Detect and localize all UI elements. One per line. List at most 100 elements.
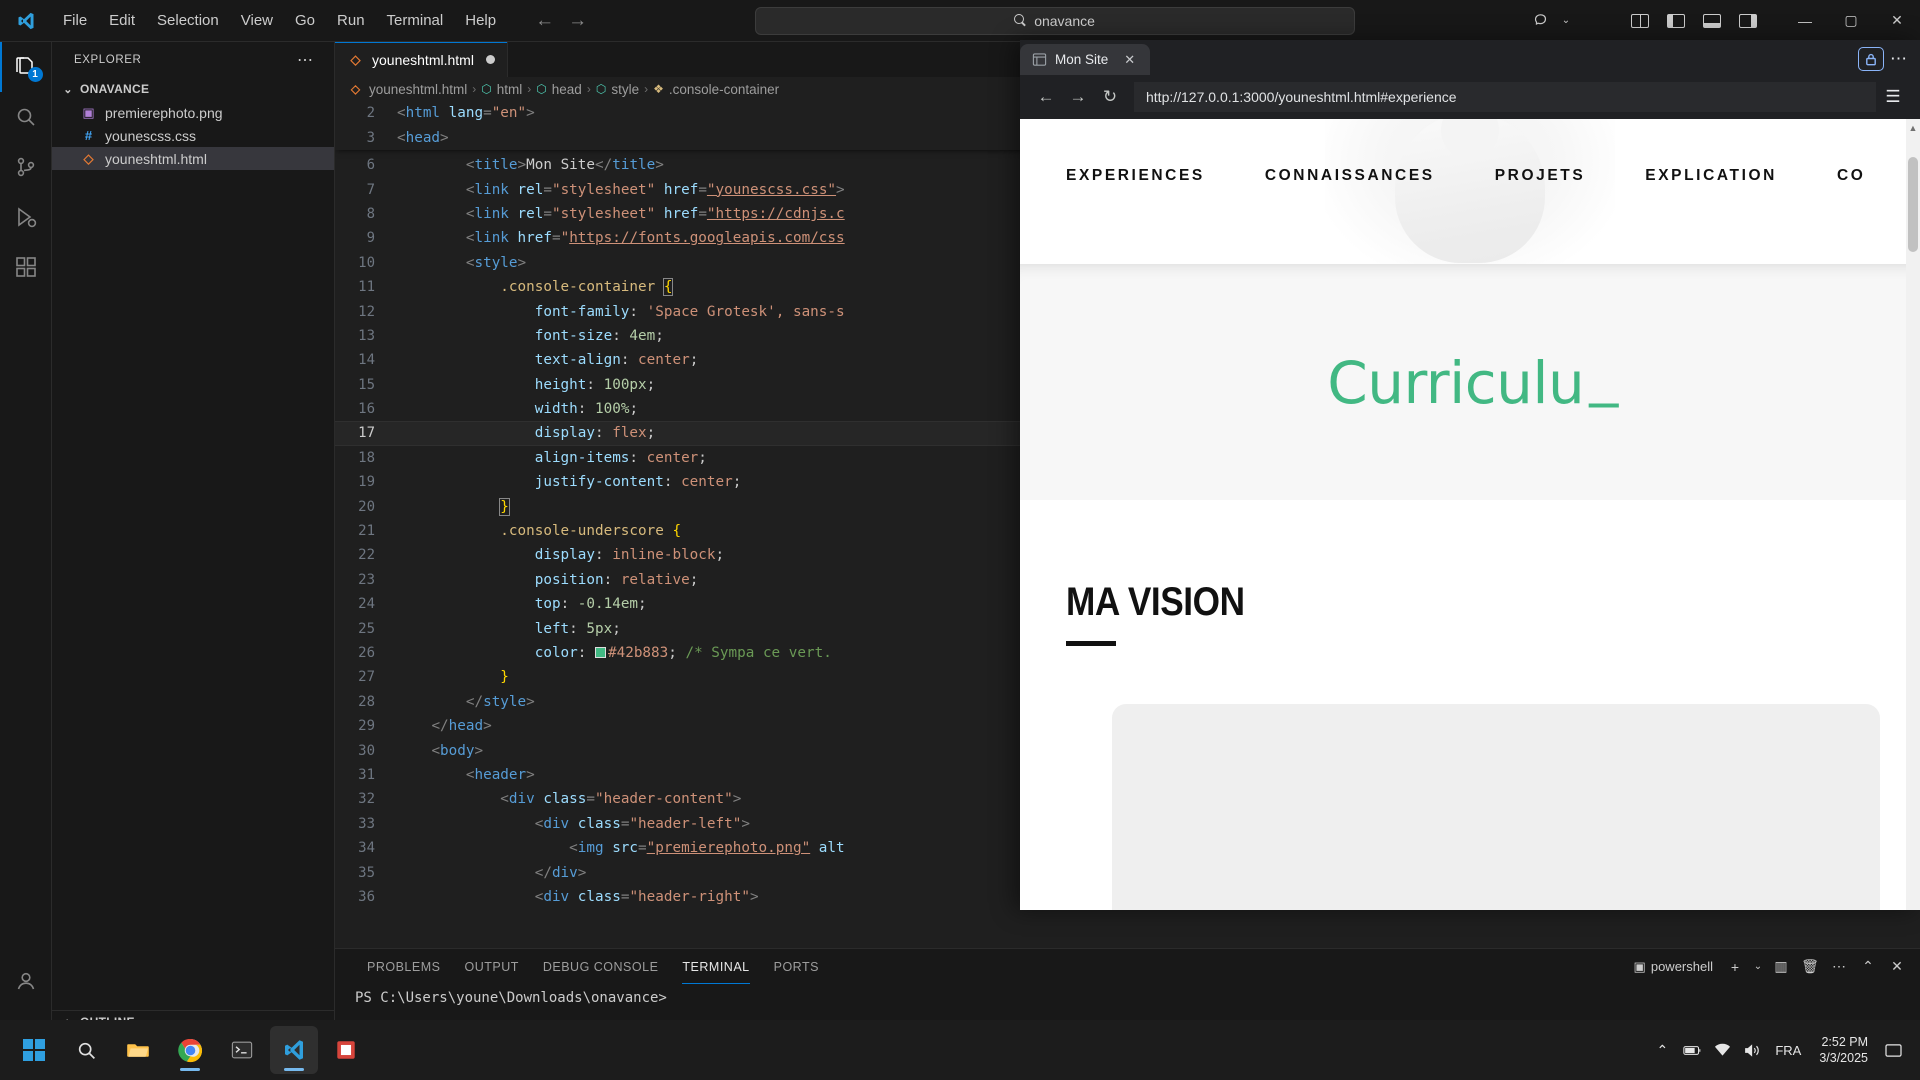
file-item-premierephoto-png[interactable]: ▣ premierephoto.png [52,101,334,124]
volume-icon[interactable] [1737,1030,1767,1070]
menu-go[interactable]: Go [284,8,326,33]
activitybar-accounts[interactable] [0,956,52,1006]
start-button[interactable] [10,1026,58,1074]
code-text: align-items: center; [534,449,707,466]
maximize-panel-icon[interactable]: ⌃ [1855,955,1881,979]
browser-back-icon[interactable]: ← [1030,81,1062,113]
taskbar-search-icon[interactable] [62,1026,110,1074]
activitybar-source-control[interactable] [0,142,52,192]
line-number: 14 [358,352,375,369]
browser-tabstrip-actions: ⋯ [1858,47,1920,75]
sidebar-more-actions-icon[interactable]: ⋯ [297,50,314,70]
show-hidden-icons-chevron[interactable]: ⌃ [1647,1030,1677,1070]
browser-menu-icon[interactable]: ☰ [1876,87,1910,107]
taskbar-chrome-icon[interactable] [166,1026,214,1074]
menu-view[interactable]: View [230,8,284,33]
line-number: 17 [358,425,375,442]
toggle-secondary-sidebar-icon[interactable] [1730,4,1766,38]
menu-help[interactable]: Help [454,8,507,33]
activitybar-extensions[interactable] [0,242,52,292]
panel-tab-ports[interactable]: PORTS [762,949,831,984]
nav-link-experiences[interactable]: EXPERIENCES [1066,167,1205,185]
file-item-youneshtml-html[interactable]: ◇ youneshtml.html [52,147,334,170]
line-number: 22 [358,547,375,564]
page-scrollbar[interactable]: ▲ [1906,119,1920,910]
close-icon[interactable]: ✕ [1124,52,1135,68]
file-item-younescss-css[interactable]: # younescss.css [52,124,334,147]
line-number: 30 [358,742,375,759]
browser-window: Mon Site ✕ ⋯ ← → ↻ http://127.0.0.1:3000… [1020,40,1920,910]
toggle-panel-icon[interactable] [1694,4,1730,38]
activitybar-run-and-debug[interactable] [0,192,52,242]
window-maximize-button[interactable]: ▢ [1828,0,1874,42]
browser-reload-icon[interactable]: ↻ [1094,81,1126,113]
terminal-shell-selector[interactable]: ▣ powershell [1628,956,1719,978]
taskbar-pdf-reader-icon[interactable] [322,1026,370,1074]
split-terminal-icon[interactable]: ▥ [1768,955,1794,979]
code-text: .console-container { [500,278,674,297]
notification-center-icon[interactable] [1878,1043,1908,1058]
terminal-dropdown-icon[interactable]: ⌄ [1751,955,1765,979]
go-forward-icon[interactable]: → [568,10,587,32]
copilot-dropdown-icon[interactable]: ⌄ [1558,4,1574,38]
line-number: 33 [358,815,375,832]
breadcrumb-head[interactable]: ⬡ head [536,82,582,97]
browser-address-bar[interactable]: http://127.0.0.1:3000/youneshtml.html#ex… [1134,82,1876,112]
quick-access-text: onavance [1034,12,1095,29]
window-minimize-button[interactable]: — [1782,0,1828,42]
quick-access-search[interactable]: onavance [754,6,1355,35]
menu-edit[interactable]: Edit [98,8,146,33]
language-indicator[interactable]: FRA [1767,1043,1809,1058]
line-number: 29 [358,718,375,735]
close-panel-icon[interactable]: ✕ [1884,955,1910,979]
browser-more-icon[interactable]: ⋯ [1890,49,1908,69]
taskbar-terminal-icon[interactable] [218,1026,266,1074]
activitybar-explorer[interactable]: 1 [0,42,52,92]
editor-tab-label: youneshtml.html [372,51,474,68]
panel-tab-terminal[interactable]: TERMINAL [670,949,761,984]
menu-terminal[interactable]: Terminal [376,8,455,33]
nav-link-connaissances[interactable]: CONNAISSANCES [1265,167,1435,185]
taskbar-file-explorer-icon[interactable] [114,1026,162,1074]
taskbar-clock[interactable]: 2:52 PM 3/3/2025 [1809,1034,1878,1066]
cube-icon: ⬡ [536,82,547,96]
code-text: font-size: 4em; [534,327,664,344]
kill-terminal-icon[interactable]: 🗑 [1797,955,1823,979]
breadcrumb-file[interactable]: ◇ youneshtml.html [347,82,467,97]
breadcrumb-style[interactable]: ⬡ style [596,82,639,97]
browser-forward-icon[interactable]: → [1062,81,1094,113]
panel-more-actions-icon[interactable]: ⋯ [1826,955,1852,979]
line-number: 36 [358,888,375,905]
nav-link-explication[interactable]: EXPLICATION [1645,167,1777,185]
cube-icon: ⬡ [595,82,607,96]
toggle-primary-sidebar-icon[interactable] [1658,4,1694,38]
breadcrumb-console-container[interactable]: ❖ .console-container [653,82,779,97]
panel-tab-debug-console[interactable]: DEBUG CONSOLE [531,949,671,984]
code-text: </head> [431,718,492,735]
active-indicator [284,1068,304,1071]
breadcrumb-html[interactable]: ⬡ html [481,82,522,97]
nav-link-projets[interactable]: PROJETS [1495,167,1586,185]
explorer-folder-header[interactable]: ⌄ ONAVANCE [52,77,334,101]
code-text: <img src="premierephoto.png" alt [569,840,845,857]
battery-icon[interactable] [1677,1030,1707,1070]
menu-run[interactable]: Run [326,8,376,33]
color-swatch [595,647,606,658]
nav-link-contact[interactable]: CO [1837,167,1865,185]
editor-tab-youneshtml[interactable]: ◇ youneshtml.html [335,42,508,77]
taskbar-vscode-icon[interactable] [270,1026,318,1074]
lock-icon[interactable] [1858,47,1884,71]
window-close-button[interactable]: ✕ [1874,0,1920,42]
new-terminal-icon[interactable]: + [1722,955,1748,979]
menu-file[interactable]: File [52,8,98,33]
go-back-icon[interactable]: ← [535,10,554,32]
browser-tab-mon-site[interactable]: Mon Site ✕ [1020,44,1150,75]
editor-history-nav: ← → [535,10,587,32]
activitybar-search[interactable] [0,92,52,142]
menu-selection[interactable]: Selection [146,8,230,33]
copilot-icon[interactable] [1522,4,1558,38]
customize-layout-icon[interactable] [1622,4,1658,38]
wifi-icon[interactable] [1707,1030,1737,1070]
panel-tab-problems[interactable]: PROBLEMS [355,949,452,984]
panel-tab-output[interactable]: OUTPUT [452,949,530,984]
